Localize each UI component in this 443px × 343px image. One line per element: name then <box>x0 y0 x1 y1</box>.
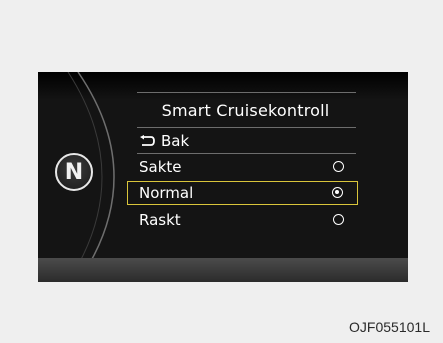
back-menu-item[interactable]: Bak <box>127 128 358 153</box>
menu-option-sakte[interactable]: Sakte <box>127 154 358 179</box>
option-label: Sakte <box>139 157 182 176</box>
gear-letter: N <box>64 159 84 185</box>
radio-button-icon <box>333 213 344 225</box>
radio-button-selected-icon <box>332 187 343 198</box>
back-label: Bak <box>161 131 190 150</box>
gear-indicator: N <box>55 153 93 191</box>
return-arrow-icon <box>140 134 155 146</box>
menu-option-normal[interactable]: Normal <box>127 181 358 205</box>
figure-page: N Smart Cruisekontroll Bak Sakte Normal <box>0 0 443 343</box>
display-bottom-band <box>38 258 408 282</box>
menu-title: Smart Cruisekontroll <box>161 100 330 120</box>
radio-button-icon <box>333 160 344 172</box>
instrument-cluster-display: N Smart Cruisekontroll Bak Sakte Normal <box>38 72 408 282</box>
menu-option-raskt[interactable]: Raskt <box>127 207 358 232</box>
option-label: Normal <box>139 184 194 202</box>
figure-code: OJF055101L <box>349 319 430 335</box>
cruise-control-menu: Smart Cruisekontroll Bak Sakte Normal Ra… <box>127 92 364 232</box>
option-label: Raskt <box>139 210 181 229</box>
